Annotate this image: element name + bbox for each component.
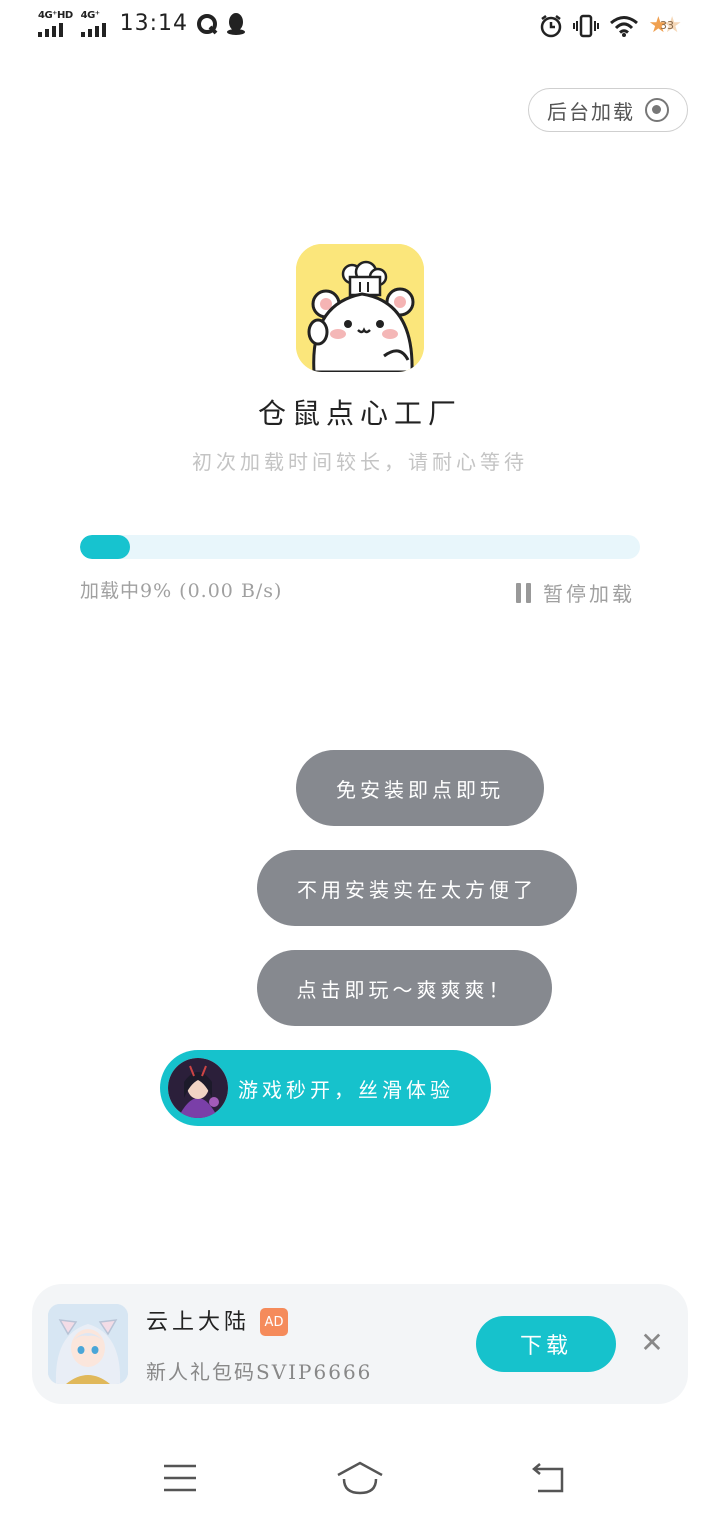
navigation-bar xyxy=(0,1440,720,1520)
status-left: 4G⁺HD 4G⁺ 13:14 xyxy=(38,10,246,37)
close-icon[interactable]: ✕ xyxy=(636,1328,668,1360)
pause-load-label: 暂停加载 xyxy=(543,582,635,606)
battery-level: 33 xyxy=(660,19,674,32)
signal-1: 4G⁺HD xyxy=(38,10,73,37)
ad-subtitle: 新人礼包码SVIP6666 xyxy=(146,1360,373,1384)
back-button[interactable] xyxy=(524,1458,572,1498)
loading-hint: 初次加载时间较长，请耐心等待 xyxy=(192,450,528,474)
app-icon xyxy=(296,244,424,372)
ad-badge: AD xyxy=(260,1308,288,1336)
app-name: 仓鼠点心工厂 xyxy=(257,397,462,430)
target-icon xyxy=(645,98,669,122)
ad-card[interactable]: 云上大陆 AD 新人礼包码SVIP6666 下载 ✕ xyxy=(32,1284,688,1404)
signal-1-label: 4G⁺HD xyxy=(38,10,73,21)
message-bubble: 点击即玩～爽爽爽！ xyxy=(257,950,552,1026)
background-load-label: 后台加载 xyxy=(547,99,635,124)
pause-icon xyxy=(516,582,531,603)
alarm-icon xyxy=(540,15,561,38)
progress-status: 加载中9% (0.00 B/s) xyxy=(80,580,283,602)
background-load-button[interactable]: 后台加载 xyxy=(528,88,688,132)
signal-2-label: 4G⁺ xyxy=(80,10,100,21)
menu-button[interactable] xyxy=(156,1458,204,1498)
pause-load-button[interactable]: 暂停加载 xyxy=(516,578,635,607)
message-bubble: 免安装即点即玩 xyxy=(296,750,544,826)
ad-title: 云上大陆 xyxy=(146,1310,251,1335)
ad-thumbnail[interactable] xyxy=(48,1304,128,1384)
qq-penguin-icon xyxy=(227,12,246,35)
progress-bar xyxy=(80,535,640,559)
wifi-icon xyxy=(609,16,638,37)
signal-bars-icon xyxy=(38,23,63,37)
signal-2: 4G⁺ xyxy=(80,10,106,37)
message-bubble: 不用安装实在太方便了 xyxy=(257,850,577,926)
progress-fill xyxy=(80,535,131,559)
download-button[interactable]: 下载 xyxy=(476,1316,616,1372)
home-button[interactable] xyxy=(336,1458,384,1498)
qq-browser-icon xyxy=(197,13,218,34)
message-bubble-highlight: 游戏秒开，丝滑体验 xyxy=(160,1050,491,1126)
signal-bars-icon xyxy=(80,23,106,37)
back-icon xyxy=(532,1463,564,1493)
avatar xyxy=(168,1058,228,1118)
message-bubble-text: 游戏秒开，丝滑体验 xyxy=(238,1077,454,1102)
hamster-chef-icon xyxy=(296,244,424,372)
menu-icon xyxy=(164,1464,196,1492)
status-time: 13:14 xyxy=(119,11,189,36)
vibrate-icon xyxy=(572,14,599,38)
status-bar: 4G⁺HD 4G⁺ 13:14 ★ ★ 33 xyxy=(0,0,720,56)
home-icon xyxy=(337,1461,383,1495)
